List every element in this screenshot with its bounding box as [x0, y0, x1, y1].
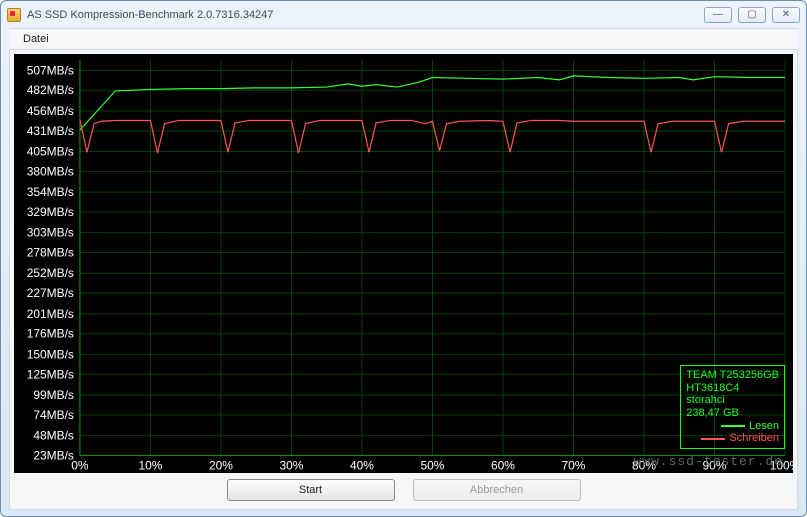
- legend-device: TEAM T253256GB: [686, 369, 779, 382]
- svg-text:0%: 0%: [71, 458, 89, 472]
- svg-text:23MB/s: 23MB/s: [33, 448, 74, 462]
- svg-text:150MB/s: 150MB/s: [27, 347, 74, 361]
- svg-text:50%: 50%: [420, 458, 444, 472]
- legend-firmware: HT3618C4: [686, 382, 779, 395]
- svg-text:60%: 60%: [491, 458, 515, 472]
- close-icon: ✕: [782, 9, 790, 20]
- svg-text:329MB/s: 329MB/s: [27, 205, 74, 219]
- legend-write-label: Schreiben: [729, 432, 779, 445]
- svg-text:125MB/s: 125MB/s: [27, 367, 74, 381]
- svg-text:40%: 40%: [350, 458, 374, 472]
- legend-read-row: Lesen: [686, 420, 779, 433]
- start-button[interactable]: Start: [227, 479, 395, 501]
- minimize-icon: —: [713, 9, 723, 20]
- menu-file[interactable]: Datei: [17, 31, 55, 47]
- legend: TEAM T253256GB HT3618C4 storahci 238,47 …: [680, 365, 785, 449]
- legend-capacity: 238,47 GB: [686, 407, 779, 420]
- abort-button: Abbrechen: [413, 479, 581, 501]
- watermark: www.ssd-tester.de: [633, 454, 783, 469]
- svg-text:507MB/s: 507MB/s: [27, 63, 74, 77]
- svg-text:354MB/s: 354MB/s: [27, 185, 74, 199]
- legend-read-line-icon: [721, 425, 745, 427]
- svg-text:48MB/s: 48MB/s: [33, 428, 74, 442]
- legend-write-line-icon: [701, 438, 725, 440]
- svg-text:20%: 20%: [209, 458, 233, 472]
- content-area: 507MB/s 482MB/s 456MB/s 431MB/s 405MB/s 380MB…: [9, 50, 798, 510]
- legend-mode: storahci: [686, 394, 779, 407]
- window-title: AS SSD Kompression-Benchmark 2.0.7316.34…: [27, 9, 704, 21]
- svg-text:482MB/s: 482MB/s: [27, 83, 74, 97]
- window-controls: — ▢ ✕: [704, 7, 800, 23]
- legend-read-label: Lesen: [749, 420, 779, 433]
- app-window: AS SSD Kompression-Benchmark 2.0.7316.34…: [0, 0, 807, 517]
- maximize-button[interactable]: ▢: [738, 7, 766, 23]
- close-button[interactable]: ✕: [772, 7, 800, 23]
- svg-text:176MB/s: 176MB/s: [27, 326, 74, 340]
- svg-text:227MB/s: 227MB/s: [27, 286, 74, 300]
- svg-text:380MB/s: 380MB/s: [27, 164, 74, 178]
- chart: 507MB/s 482MB/s 456MB/s 431MB/s 405MB/s 380MB…: [14, 54, 793, 473]
- svg-text:30%: 30%: [279, 458, 303, 472]
- svg-text:278MB/s: 278MB/s: [27, 245, 74, 259]
- svg-text:70%: 70%: [561, 458, 585, 472]
- svg-text:405MB/s: 405MB/s: [27, 144, 74, 158]
- button-row: Start Abbrechen: [10, 477, 797, 509]
- svg-text:303MB/s: 303MB/s: [27, 225, 74, 239]
- minimize-button[interactable]: —: [704, 7, 732, 23]
- maximize-icon: ▢: [747, 9, 756, 20]
- svg-text:431MB/s: 431MB/s: [27, 123, 74, 137]
- svg-text:201MB/s: 201MB/s: [27, 306, 74, 320]
- titlebar: AS SSD Kompression-Benchmark 2.0.7316.34…: [1, 1, 806, 28]
- svg-text:456MB/s: 456MB/s: [27, 103, 74, 117]
- legend-write-row: Schreiben: [686, 432, 779, 445]
- svg-text:10%: 10%: [138, 458, 162, 472]
- svg-text:74MB/s: 74MB/s: [33, 407, 74, 421]
- menubar: Datei: [9, 28, 798, 49]
- svg-text:99MB/s: 99MB/s: [33, 388, 74, 402]
- svg-text:252MB/s: 252MB/s: [27, 266, 74, 280]
- chart-canvas: 507MB/s 482MB/s 456MB/s 431MB/s 405MB/s 380MB…: [14, 54, 793, 473]
- app-icon: [7, 8, 21, 22]
